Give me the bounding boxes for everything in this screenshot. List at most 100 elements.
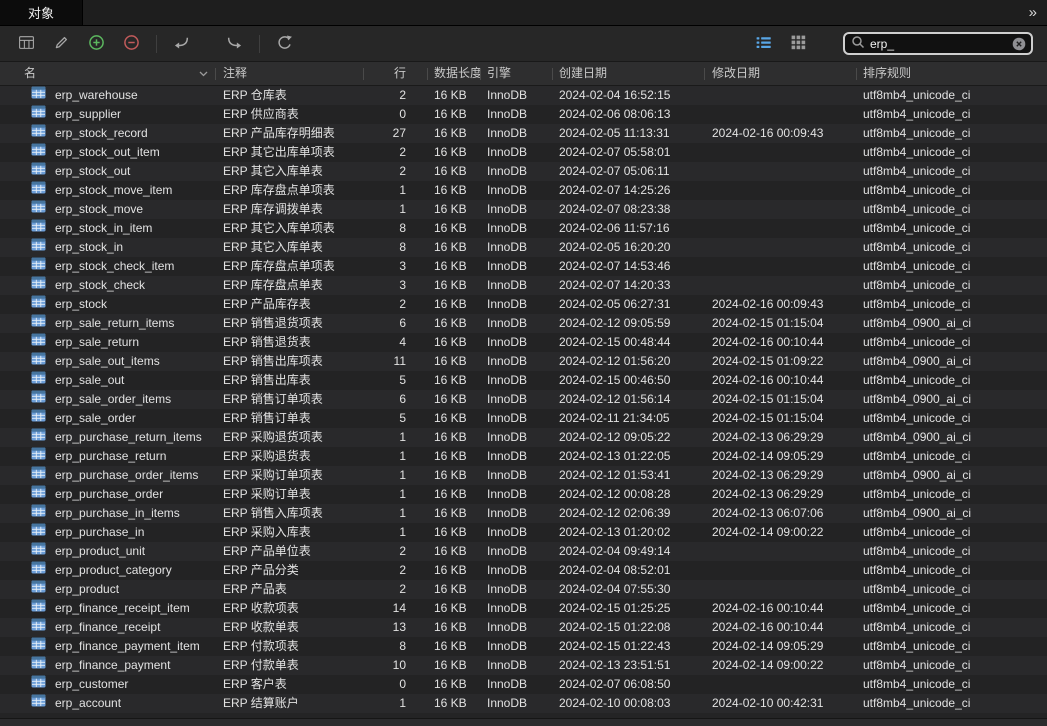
cell-name: erp_stock_in (0, 238, 216, 257)
cell-engine: InnoDB (481, 428, 553, 447)
table-row[interactable]: erp_finance_payment ERP 付款单表 10 16 KB In… (0, 656, 1047, 675)
cell-created: 2024-02-15 00:46:50 (553, 371, 705, 390)
cell-modified: 2024-02-14 09:00:22 (705, 656, 857, 675)
table-row[interactable]: erp_account ERP 结算账户 1 16 KB InnoDB 2024… (0, 694, 1047, 713)
cell-rows: 1 (364, 200, 428, 219)
cell-data-length: 16 KB (428, 485, 481, 504)
cell-created: 2024-02-07 14:25:26 (553, 181, 705, 200)
table-row[interactable]: erp_stock_move ERP 库存调拨单表 1 16 KB InnoDB… (0, 200, 1047, 219)
open-table-button[interactable] (12, 31, 40, 57)
import-wizard-button[interactable] (167, 31, 195, 57)
cell-collation: utf8mb4_unicode_ci (857, 200, 1047, 219)
column-header-collation[interactable]: 排序规则 (857, 62, 1047, 85)
table-row[interactable]: erp_product_unit ERP 产品单位表 2 16 KB InnoD… (0, 542, 1047, 561)
table-row[interactable]: erp_stock_check_item ERP 库存盘点单项表 3 16 KB… (0, 257, 1047, 276)
column-header-engine[interactable]: 引擎 (481, 62, 553, 85)
cell-modified: 2024-02-16 00:10:44 (705, 333, 857, 352)
cell-name: erp_finance_receipt_item (0, 599, 216, 618)
table-row[interactable]: erp_stock_in ERP 其它入库单表 8 16 KB InnoDB 2… (0, 238, 1047, 257)
cell-data-length: 16 KB (428, 352, 481, 371)
cell-engine: InnoDB (481, 124, 553, 143)
refresh-button[interactable] (270, 31, 298, 57)
cell-comment: ERP 产品库存明细表 (216, 124, 364, 143)
table-row[interactable]: erp_stock_out ERP 其它入库单表 2 16 KB InnoDB … (0, 162, 1047, 181)
column-header-comment[interactable]: 注释 (216, 62, 364, 85)
table-row[interactable]: erp_stock_move_item ERP 库存盘点单项表 1 16 KB … (0, 181, 1047, 200)
clear-search-icon[interactable] (1012, 37, 1026, 51)
cell-comment: ERP 销售出库表 (216, 371, 364, 390)
table-row[interactable]: erp_stock_out_item ERP 其它出库单项表 2 16 KB I… (0, 143, 1047, 162)
new-table-button[interactable] (82, 31, 110, 57)
cell-collation: utf8mb4_0900_ai_ci (857, 428, 1047, 447)
table-row[interactable]: erp_stock_check ERP 库存盘点单表 3 16 KB InnoD… (0, 276, 1047, 295)
table-row[interactable]: erp_sale_return ERP 销售退货表 4 16 KB InnoDB… (0, 333, 1047, 352)
cell-collation: utf8mb4_unicode_ci (857, 257, 1047, 276)
table-row[interactable]: erp_finance_receipt ERP 收款单表 13 16 KB In… (0, 618, 1047, 637)
cell-created: 2024-02-13 01:20:02 (553, 523, 705, 542)
cell-comment: ERP 产品库存表 (216, 295, 364, 314)
cell-name: erp_stock_check (0, 276, 216, 295)
cell-rows: 1 (364, 504, 428, 523)
table-row[interactable]: erp_finance_receipt_item ERP 收款项表 14 16 … (0, 599, 1047, 618)
column-header-data-length[interactable]: 数据长度 (428, 62, 481, 85)
cell-collation: utf8mb4_unicode_ci (857, 580, 1047, 599)
cell-comment: ERP 结算账户 (216, 694, 364, 713)
table-row[interactable]: erp_sale_order ERP 销售订单表 5 16 KB InnoDB … (0, 409, 1047, 428)
import-arrow-icon (173, 34, 190, 54)
cell-collation: utf8mb4_unicode_ci (857, 143, 1047, 162)
delete-table-button[interactable] (117, 31, 145, 57)
cell-collation: utf8mb4_0900_ai_ci (857, 390, 1047, 409)
column-header-name[interactable]: 名 (0, 62, 216, 85)
table-row[interactable]: erp_purchase_return_items ERP 采购退货项表 1 1… (0, 428, 1047, 447)
tab-objects[interactable]: 对象 (0, 0, 83, 25)
table-row[interactable]: erp_supplier ERP 供应商表 0 16 KB InnoDB 202… (0, 105, 1047, 124)
table-name-text: erp_stock_move_item (55, 181, 172, 200)
tab-overflow-chevron[interactable]: » (1019, 0, 1047, 25)
table-row[interactable]: erp_stock_in_item ERP 其它入库单项表 8 16 KB In… (0, 219, 1047, 238)
table-name-text: erp_product (55, 580, 119, 599)
cell-data-length: 16 KB (428, 143, 481, 162)
cell-name: erp_stock_in_item (0, 219, 216, 238)
grid-view-button[interactable] (790, 35, 807, 52)
table-row[interactable]: erp_sale_out_items ERP 销售出库项表 11 16 KB I… (0, 352, 1047, 371)
cell-modified (705, 219, 857, 238)
table-row[interactable]: erp_sale_return_items ERP 销售退货项表 6 16 KB… (0, 314, 1047, 333)
table-name-text: erp_purchase_order_items (55, 466, 198, 485)
table-row[interactable]: erp_product_category ERP 产品分类 2 16 KB In… (0, 561, 1047, 580)
cell-name: erp_purchase_in (0, 523, 216, 542)
table-grid-icon (18, 34, 35, 54)
table-row[interactable]: erp_purchase_return ERP 采购退货表 1 16 KB In… (0, 447, 1047, 466)
table-row[interactable]: erp_customer ERP 客户表 0 16 KB InnoDB 2024… (0, 675, 1047, 694)
table-row[interactable]: erp_finance_payment_item ERP 付款项表 8 16 K… (0, 637, 1047, 656)
table-icon (31, 447, 46, 466)
cell-comment: ERP 仓库表 (216, 86, 364, 105)
cell-name: erp_sale_out (0, 371, 216, 390)
table-row[interactable]: erp_purchase_order_items ERP 采购订单项表 1 16… (0, 466, 1047, 485)
table-row[interactable]: erp_sale_order_items ERP 销售订单项表 6 16 KB … (0, 390, 1047, 409)
cell-data-length: 16 KB (428, 466, 481, 485)
table-row[interactable]: erp_purchase_order ERP 采购订单表 1 16 KB Inn… (0, 485, 1047, 504)
cell-created: 2024-02-04 08:52:01 (553, 561, 705, 580)
table-name-text: erp_product_unit (55, 542, 145, 561)
list-view-button[interactable] (755, 35, 772, 52)
table-row[interactable]: erp_product ERP 产品表 2 16 KB InnoDB 2024-… (0, 580, 1047, 599)
table-row[interactable]: erp_sale_out ERP 销售出库表 5 16 KB InnoDB 20… (0, 371, 1047, 390)
column-header-modified[interactable]: 修改日期 (705, 62, 857, 85)
table-row[interactable]: erp_purchase_in_items ERP 销售入库项表 1 16 KB… (0, 504, 1047, 523)
column-header-rows[interactable]: 行 (364, 62, 428, 85)
column-header-created[interactable]: 创建日期 (553, 62, 705, 85)
cell-name: erp_finance_payment (0, 656, 216, 675)
cell-created: 2024-02-04 09:49:14 (553, 542, 705, 561)
table-row[interactable]: erp_purchase_in ERP 采购入库表 1 16 KB InnoDB… (0, 523, 1047, 542)
cell-rows: 4 (364, 333, 428, 352)
export-wizard-button[interactable] (220, 31, 248, 57)
cell-rows: 2 (364, 295, 428, 314)
design-table-button[interactable] (47, 31, 75, 57)
table-name-text: erp_sale_order (55, 409, 136, 428)
search-input[interactable] (870, 37, 1012, 51)
cell-rows: 1 (364, 694, 428, 713)
cell-collation: utf8mb4_unicode_ci (857, 295, 1047, 314)
table-row[interactable]: erp_stock ERP 产品库存表 2 16 KB InnoDB 2024-… (0, 295, 1047, 314)
table-row[interactable]: erp_warehouse ERP 仓库表 2 16 KB InnoDB 202… (0, 86, 1047, 105)
table-row[interactable]: erp_stock_record ERP 产品库存明细表 27 16 KB In… (0, 124, 1047, 143)
